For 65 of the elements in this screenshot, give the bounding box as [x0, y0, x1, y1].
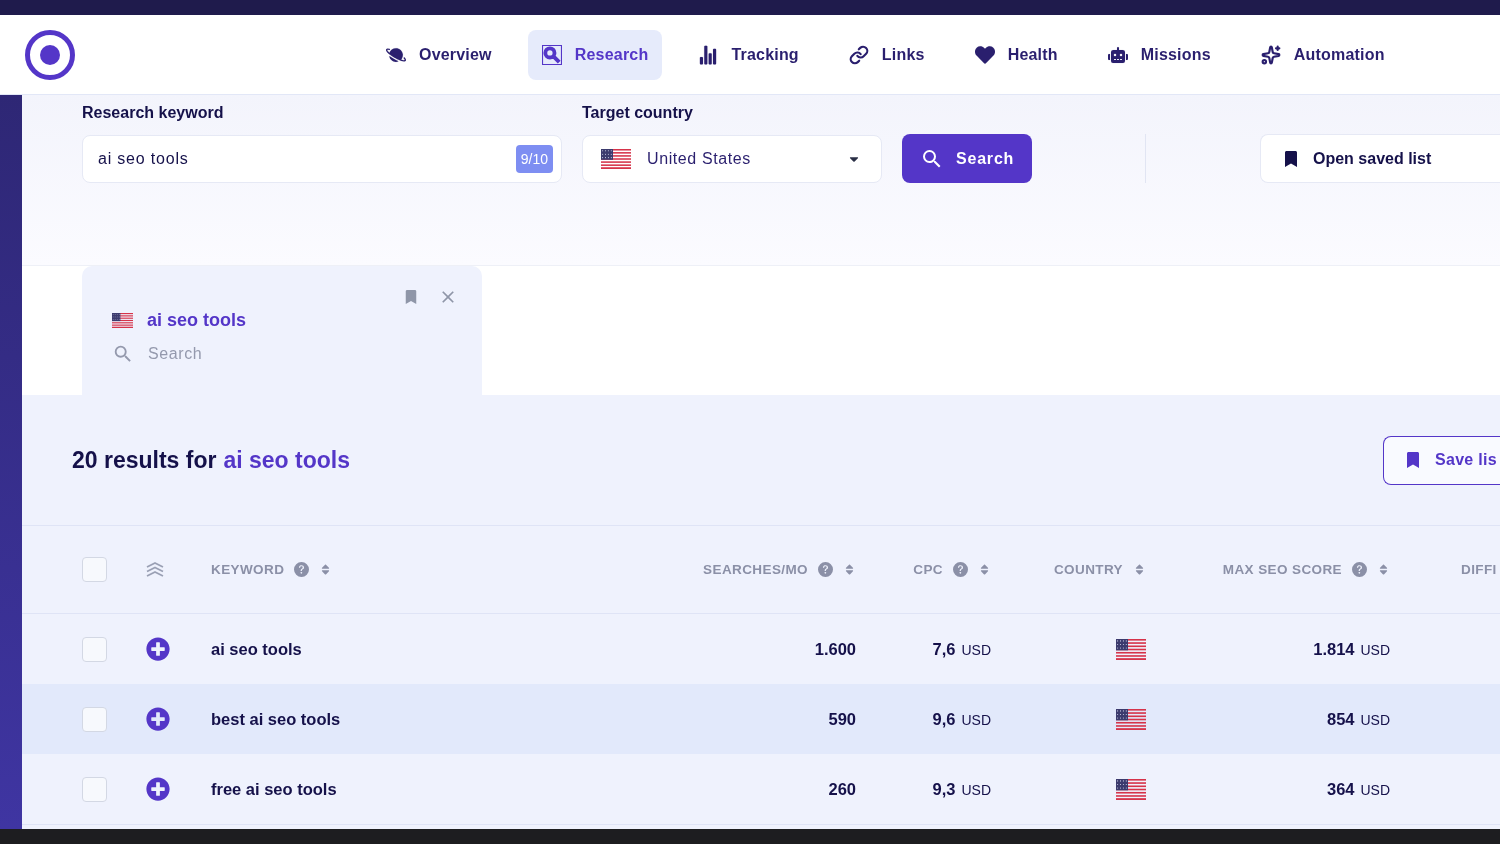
cpc-value: 7,6 USD [932, 639, 991, 659]
search-query: ai seo tools [223, 446, 350, 474]
search-icon [112, 343, 134, 365]
nav-tab[interactable]: Overview [372, 29, 506, 80]
row-checkbox[interactable] [82, 776, 107, 802]
add-button[interactable] [146, 777, 170, 801]
bar-chart-icon [698, 44, 719, 65]
search-volume: 590 [828, 709, 856, 729]
add-button[interactable] [146, 707, 170, 731]
cpc-value: 9,3 USD [932, 779, 991, 799]
nav-tab[interactable]: Automation [1246, 29, 1399, 80]
sort-icon[interactable] [843, 563, 856, 576]
logo[interactable] [25, 29, 75, 80]
max-seo-score: 364 USD [1327, 779, 1390, 799]
help-icon[interactable] [953, 562, 968, 577]
max-seo-score: 1.814 USD [1313, 639, 1390, 659]
bookmark-button[interactable] [404, 290, 418, 304]
help-icon[interactable] [294, 562, 310, 577]
results-count: 20 results for [72, 446, 217, 474]
search-icon [541, 44, 562, 65]
country-select[interactable]: United States [582, 135, 882, 183]
nav-tab[interactable]: Links [834, 29, 939, 80]
link-icon [848, 44, 869, 65]
keyword-text: free ai seo tools [211, 779, 337, 799]
row-checkbox[interactable] [82, 636, 107, 662]
bookmark-icon [1283, 150, 1299, 167]
count-badge: 9/10 [515, 145, 553, 173]
sort-icon[interactable] [1133, 563, 1146, 576]
flag-icon [1116, 778, 1146, 800]
keyword-text: best ai seo tools [211, 709, 341, 729]
nav-tab[interactable]: Research [527, 29, 663, 80]
flag-icon [112, 312, 133, 328]
sort-icon[interactable] [978, 563, 991, 576]
heart-icon [974, 44, 995, 65]
cpc-value: 9,6 USD [932, 709, 991, 729]
search-volume: 1.600 [814, 639, 856, 659]
nav-tab[interactable]: Tracking [684, 29, 813, 80]
max-seo-score: 854 USD [1327, 709, 1390, 729]
save-list-button[interactable]: Save lis [1383, 435, 1500, 485]
field-label: Target country [582, 103, 694, 123]
sparkles-icon [1260, 44, 1281, 65]
help-icon[interactable] [1352, 562, 1367, 577]
search-type-label: Search [148, 345, 203, 363]
search-volume: 260 [828, 779, 856, 799]
stacked-chevrons-icon [146, 562, 164, 577]
keyword-text: ai seo tools [211, 639, 302, 659]
recent-keyword-link[interactable]: ai seo tools [147, 309, 247, 331]
flag-icon [601, 149, 631, 169]
nav-tab[interactable]: Health [960, 29, 1072, 80]
add-button[interactable] [146, 637, 170, 661]
field-label: Research keyword [82, 103, 225, 123]
robot-icon [1107, 44, 1128, 65]
select-all-checkbox[interactable] [82, 557, 107, 582]
row-checkbox[interactable] [82, 706, 107, 732]
help-icon[interactable] [818, 562, 833, 577]
flag-icon [1116, 638, 1146, 660]
nav-tab[interactable]: Missions [1093, 29, 1225, 80]
flag-icon [1116, 708, 1146, 730]
column-label: DIFFI [1461, 562, 1497, 577]
bookmark-icon [404, 290, 418, 304]
recent-search-card[interactable]: ai seo tools Search [82, 266, 482, 395]
open-saved-list-button[interactable]: Open saved list [1260, 134, 1500, 183]
search-button[interactable]: Search [902, 134, 1032, 183]
bookmark-icon [1405, 452, 1421, 468]
sort-icon[interactable] [1377, 563, 1390, 576]
